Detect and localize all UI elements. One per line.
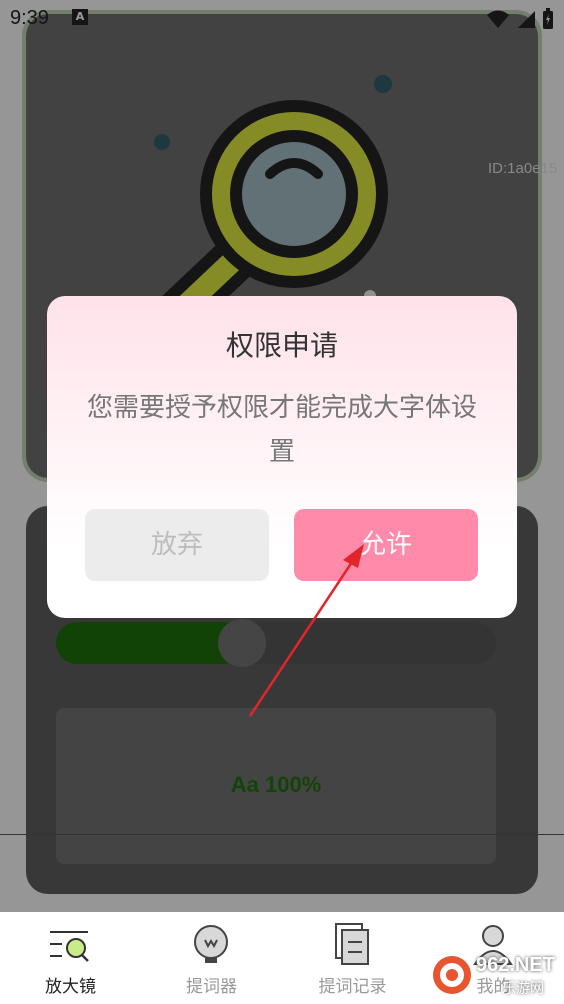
app-screen: 9:39 A ID:1a0e15 Aa 100% 权限申请 您需要授予权限才能完… bbox=[0, 0, 564, 1004]
annotation-arrow-icon bbox=[248, 544, 364, 717]
